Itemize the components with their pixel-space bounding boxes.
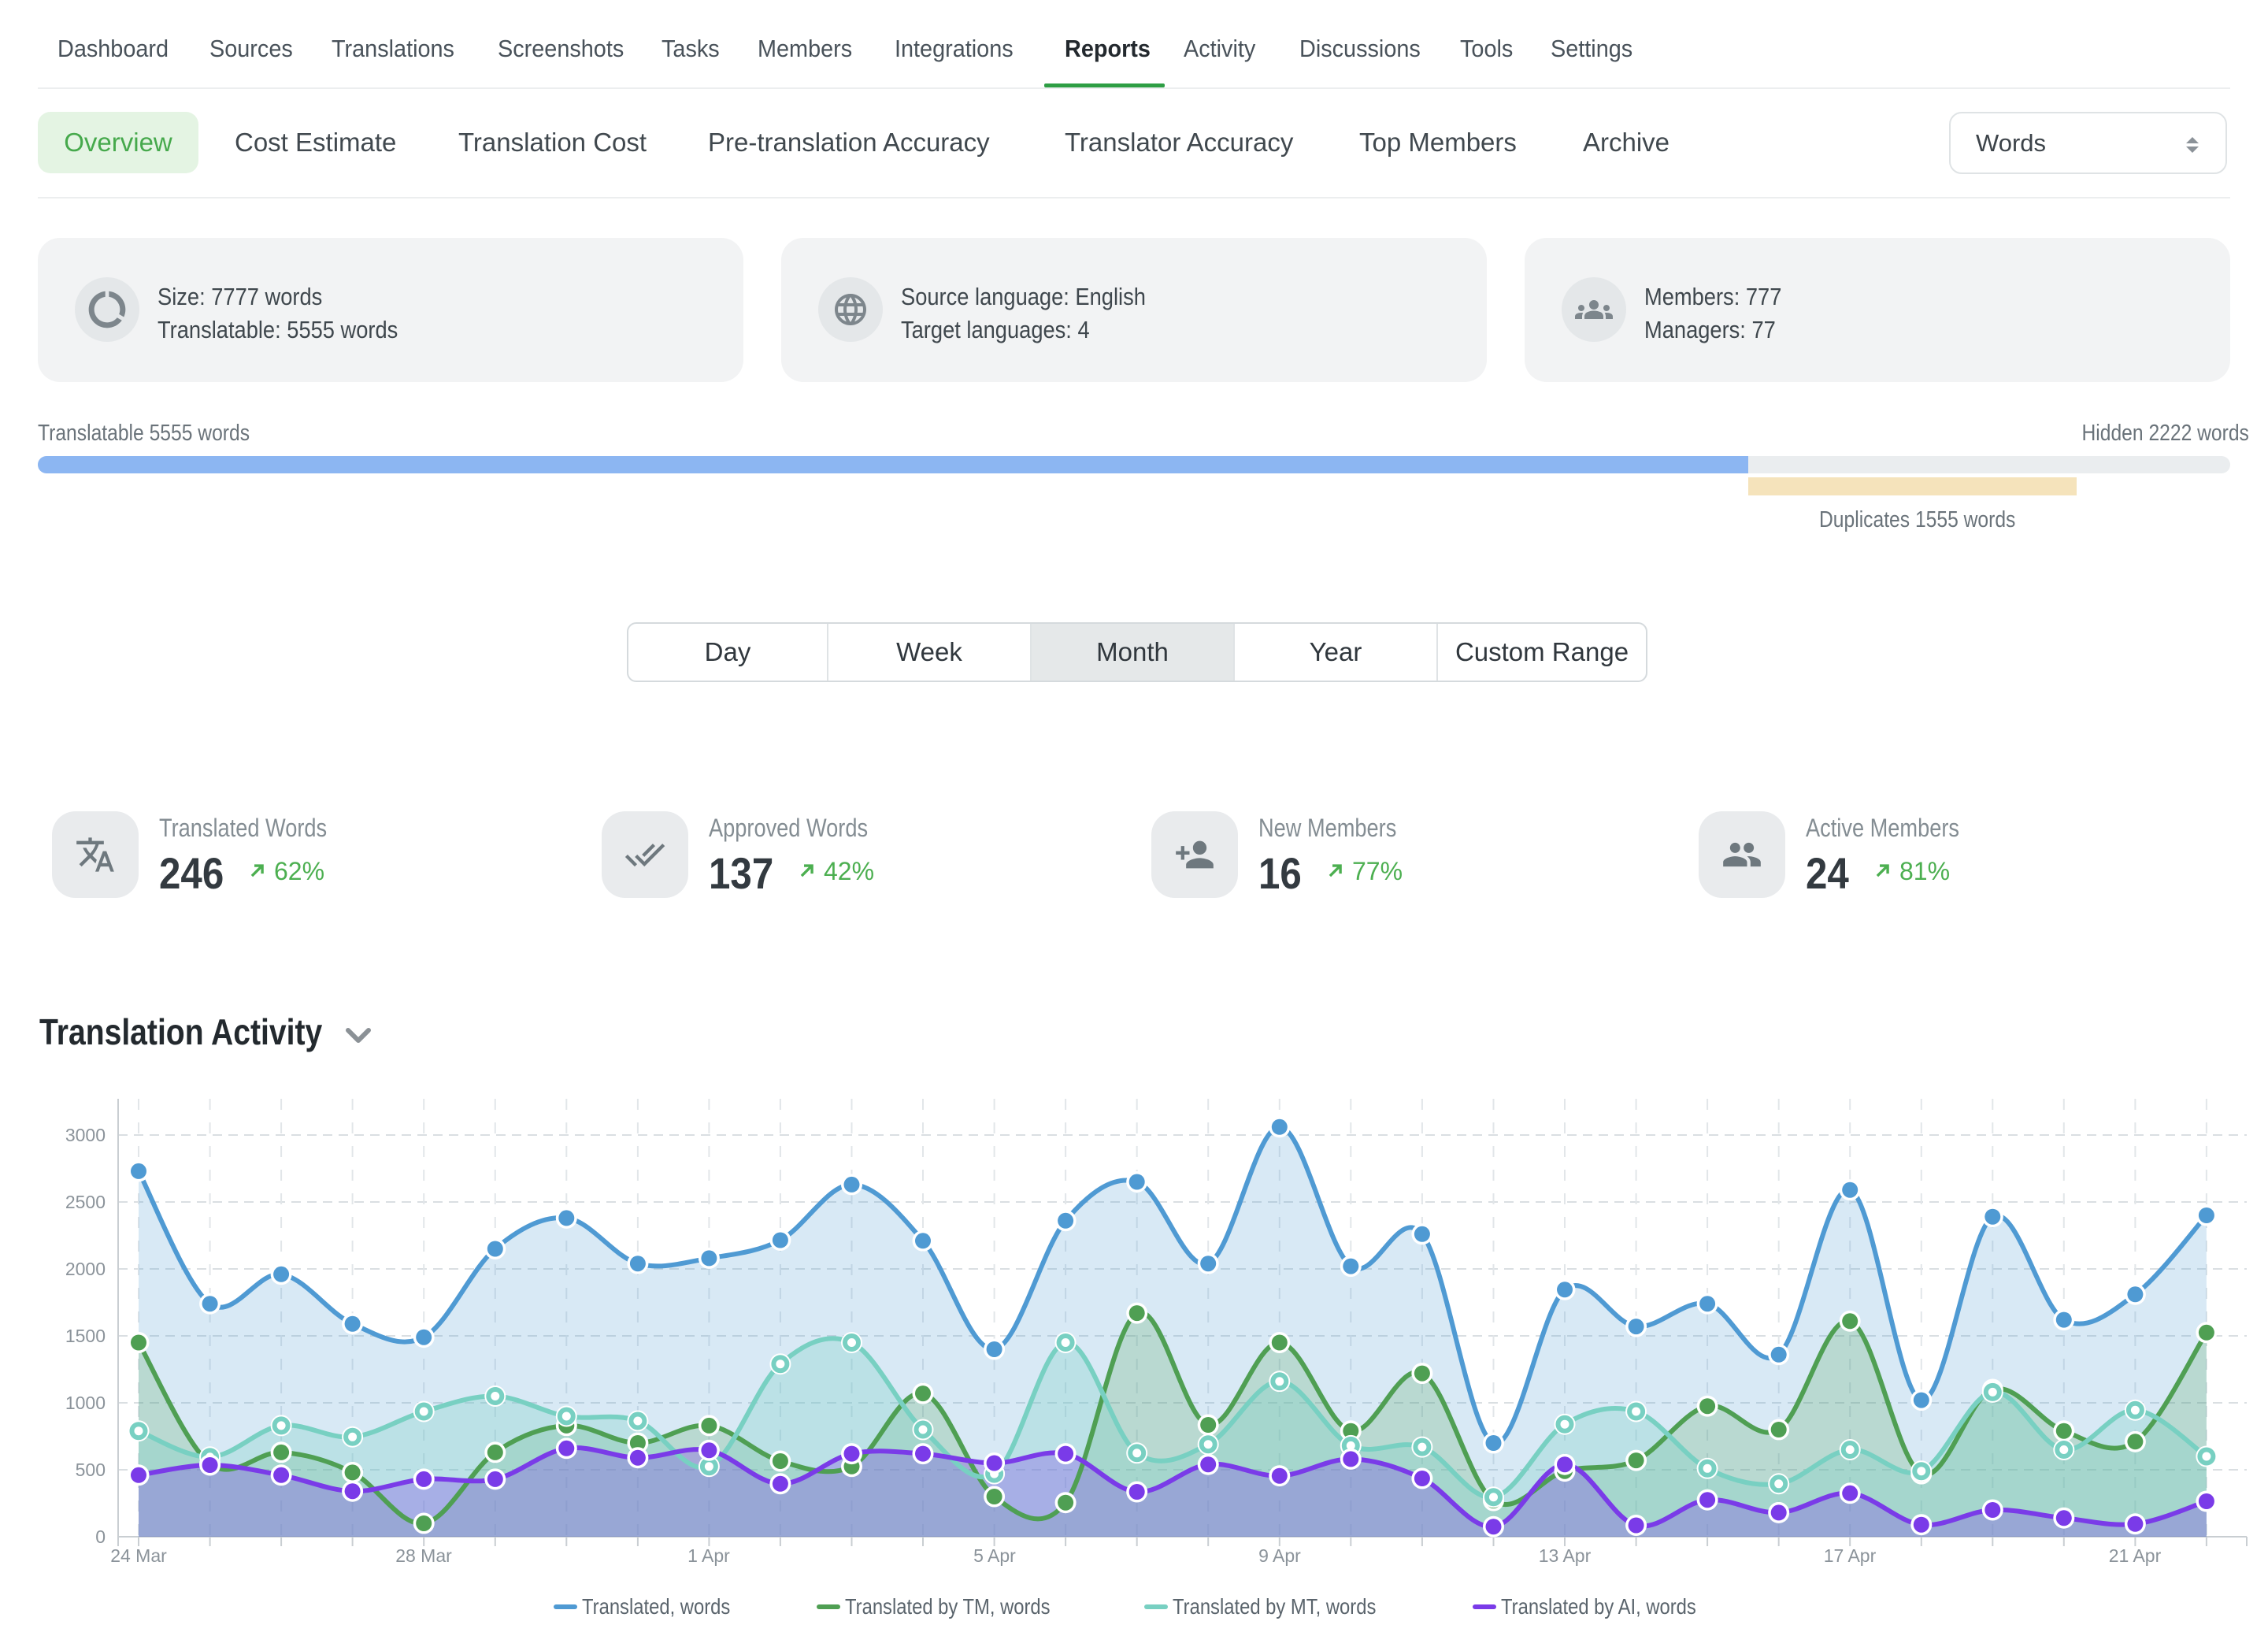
svg-text:13 Apr: 13 Apr (1539, 1545, 1592, 1566)
svg-text:9 Apr: 9 Apr (1258, 1545, 1301, 1566)
svg-text:24 Mar: 24 Mar (110, 1545, 167, 1566)
svg-text:1500: 1500 (65, 1326, 106, 1346)
svg-text:1000: 1000 (65, 1393, 106, 1413)
svg-text:500: 500 (76, 1460, 106, 1480)
svg-text:21 Apr: 21 Apr (2109, 1545, 2162, 1566)
svg-text:28 Mar: 28 Mar (395, 1545, 452, 1566)
svg-text:0: 0 (95, 1526, 106, 1547)
svg-text:3000: 3000 (65, 1125, 106, 1145)
svg-text:2500: 2500 (65, 1192, 106, 1212)
svg-text:17 Apr: 17 Apr (1824, 1545, 1877, 1566)
svg-text:2000: 2000 (65, 1259, 106, 1279)
svg-text:1 Apr: 1 Apr (687, 1545, 730, 1566)
svg-text:5 Apr: 5 Apr (973, 1545, 1016, 1566)
